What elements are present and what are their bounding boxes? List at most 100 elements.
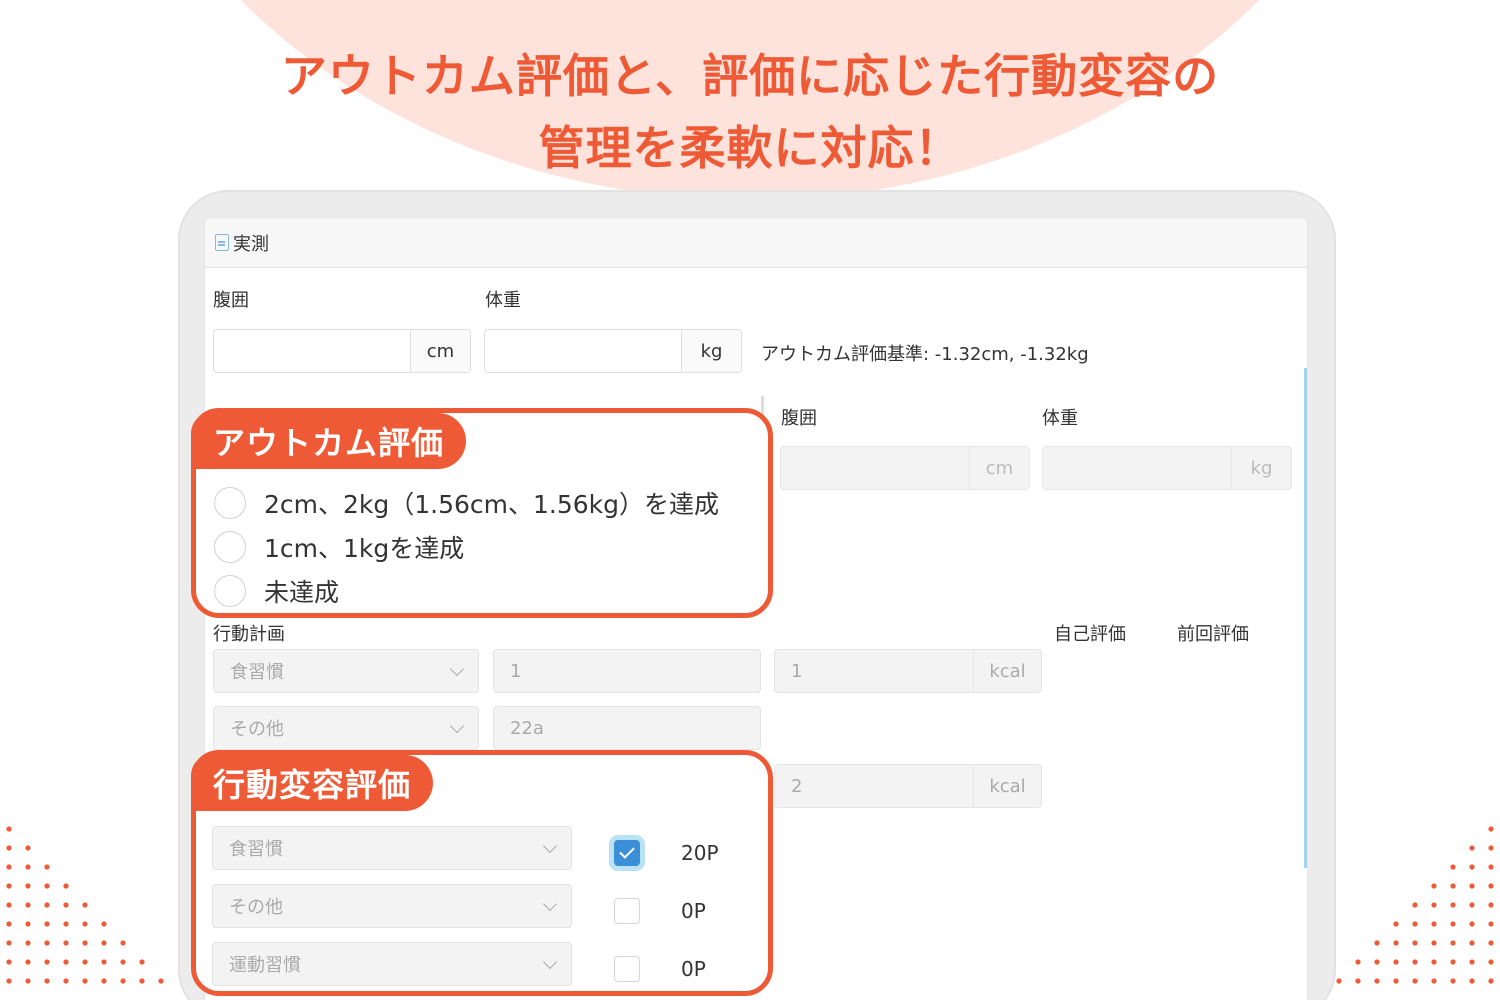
- decor-dot: [82, 940, 88, 946]
- behavior-checkbox-3[interactable]: [614, 956, 640, 982]
- plan-text-input-1[interactable]: 1: [493, 649, 761, 693]
- decor-dot: [6, 826, 12, 832]
- decor-dot: [1469, 940, 1475, 946]
- decor-dot: [1450, 940, 1456, 946]
- decor-dot: [1393, 940, 1399, 946]
- decor-dot: [1450, 978, 1456, 984]
- decor-dot: [63, 883, 69, 889]
- waist-input[interactable]: [214, 330, 410, 372]
- decor-dot: [101, 940, 107, 946]
- behavior-checkbox-2[interactable]: [614, 898, 640, 924]
- plan-category-select-1[interactable]: 食習慣: [213, 649, 479, 693]
- chevron-down-icon: [542, 954, 558, 969]
- scrollbar[interactable]: [1304, 368, 1307, 868]
- behavior-category-select-3[interactable]: 運動習慣: [212, 942, 572, 986]
- decor-dot: [1431, 921, 1437, 927]
- plan-category-select-2[interactable]: その他: [213, 706, 479, 750]
- behavior-category-value: 食習慣: [229, 839, 283, 860]
- decor-dot: [1412, 978, 1418, 984]
- decor-dot: [6, 978, 12, 984]
- chevron-down-icon: [449, 718, 465, 733]
- decor-dot: [82, 959, 88, 965]
- decor-dot: [101, 921, 107, 927]
- decor-dot: [44, 883, 50, 889]
- compare-waist-label: 腹囲: [781, 408, 817, 429]
- prev-eval-label: 前回評価: [1177, 624, 1249, 645]
- behavior-category-select-2[interactable]: その他: [212, 884, 572, 928]
- decor-dot: [1336, 978, 1342, 984]
- behavior-tag: 行動変容評価: [191, 755, 434, 811]
- decor-dot: [1488, 864, 1494, 870]
- decor-dot: [1393, 959, 1399, 965]
- compare-weight-input[interactable]: [1043, 447, 1231, 489]
- decor-dot: [1393, 921, 1399, 927]
- plan-kcal-input[interactable]: 1: [775, 650, 973, 692]
- headline-line-2: 管理を柔軟に対応！: [538, 121, 962, 175]
- outcome-option-2[interactable]: 1cm、1kgを達成: [214, 529, 464, 565]
- decor-dot: [1374, 978, 1380, 984]
- headline-line-1: アウトカム評価と、評価に応じた行動変容の: [280, 49, 1220, 103]
- compare-waist-group: cm: [780, 446, 1030, 490]
- decor-dot: [63, 978, 69, 984]
- plan-kcal-unit: kcal: [973, 650, 1041, 692]
- plan-label: 行動計画: [213, 624, 285, 645]
- outcome-option-1[interactable]: 2cm、2kg（1.56cm、1.56kg）を達成: [214, 485, 719, 521]
- decor-dot: [25, 902, 31, 908]
- decor-dot: [1450, 864, 1456, 870]
- decor-dot: [44, 940, 50, 946]
- decor-dot: [6, 883, 12, 889]
- outcome-option-3[interactable]: 未達成: [214, 573, 339, 609]
- decor-dot: [1393, 978, 1399, 984]
- decor-dot: [1450, 883, 1456, 889]
- decor-dot: [1469, 902, 1475, 908]
- decor-dot: [6, 845, 12, 851]
- weight-label: 体重: [485, 290, 521, 311]
- radio-button[interactable]: [214, 531, 246, 563]
- waist-unit: cm: [410, 330, 470, 372]
- decor-dot: [1431, 978, 1437, 984]
- decor-dot: [1469, 845, 1475, 851]
- compare-waist-input[interactable]: [781, 447, 969, 489]
- self-eval-label: 自己評価: [1054, 624, 1126, 645]
- decor-dot: [25, 864, 31, 870]
- dot-pattern-left: [6, 826, 164, 984]
- compare-weight-unit: kg: [1231, 447, 1291, 489]
- decor-dot: [1469, 883, 1475, 889]
- decor-dot: [120, 940, 126, 946]
- decor-dot: [1374, 959, 1380, 965]
- section-title: 実測: [233, 233, 269, 255]
- behavior-checkbox-1[interactable]: [614, 840, 640, 866]
- behavior-points-3: 0P: [681, 957, 706, 981]
- decor-dot: [1431, 902, 1437, 908]
- decor-dot: [120, 959, 126, 965]
- decor-dot: [6, 902, 12, 908]
- behavior-points-1: 20P: [681, 841, 719, 865]
- decor-dot: [1431, 940, 1437, 946]
- outcome-option-label: 2cm、2kg（1.56cm、1.56kg）を達成: [264, 490, 720, 519]
- decor-dot: [1374, 940, 1380, 946]
- decor-dot: [1450, 902, 1456, 908]
- plan-kcal-input[interactable]: 2: [775, 765, 973, 807]
- decor-dot: [1450, 921, 1456, 927]
- radio-button[interactable]: [214, 487, 246, 519]
- decor-dot: [120, 978, 126, 984]
- decor-dot: [44, 921, 50, 927]
- radio-button[interactable]: [214, 575, 246, 607]
- decor-dot: [6, 959, 12, 965]
- decor-dot: [139, 959, 145, 965]
- plan-text-input-2[interactable]: 22a: [493, 706, 761, 750]
- behavior-category-value: その他: [229, 897, 283, 918]
- decor-dot: [1469, 978, 1475, 984]
- document-icon: [215, 234, 229, 251]
- decor-dot: [101, 978, 107, 984]
- outcome-tag: アウトカム評価: [191, 413, 467, 469]
- decor-dot: [1431, 883, 1437, 889]
- section-header: 実測: [205, 218, 1307, 268]
- weight-input[interactable]: [485, 330, 681, 372]
- waist-label: 腹囲: [213, 290, 249, 311]
- behavior-category-select-1[interactable]: 食習慣: [212, 826, 572, 870]
- decor-dot: [44, 978, 50, 984]
- plan-category-value: 食習慣: [230, 662, 284, 683]
- behavior-points-2: 0P: [681, 899, 706, 923]
- decor-dot: [82, 902, 88, 908]
